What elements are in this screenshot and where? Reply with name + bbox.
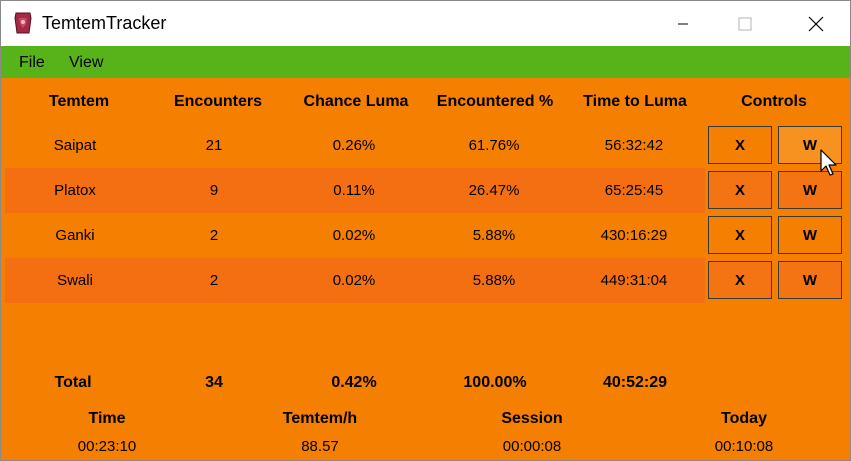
cell-encounters: 2 bbox=[209, 272, 219, 289]
cell-temtem-name: Platox bbox=[54, 182, 96, 199]
table-row: Ganki 2 0.02% 5.88% 430:16:29 bbox=[5, 213, 705, 258]
remove-button[interactable]: X bbox=[708, 216, 772, 254]
table-row: Platox 9 0.11% 26.47% 65:25:45 bbox=[5, 168, 705, 213]
close-icon bbox=[808, 16, 824, 31]
total-encounters: 34 bbox=[205, 374, 223, 391]
cell-encounters: 9 bbox=[209, 182, 219, 199]
minimize-icon bbox=[678, 23, 688, 24]
header-encounters: Encounters bbox=[173, 93, 262, 110]
cell-chance-luma: 0.02% bbox=[332, 272, 376, 289]
cell-encounters: 21 bbox=[205, 137, 223, 154]
menu-file[interactable]: File bbox=[19, 54, 45, 72]
header-controls: Controls bbox=[741, 93, 807, 110]
window-button[interactable]: W bbox=[778, 216, 842, 254]
stat-today-label: Today bbox=[721, 410, 767, 427]
cell-time-to-luma: 430:16:29 bbox=[600, 227, 668, 244]
header-time-to-luma: Time to Luma bbox=[583, 93, 687, 110]
remove-button[interactable]: X bbox=[708, 261, 772, 299]
total-chance-luma: 0.42% bbox=[331, 374, 377, 391]
maximize-button[interactable] bbox=[722, 1, 768, 46]
cell-chance-luma: 0.26% bbox=[332, 137, 376, 154]
minimize-button[interactable] bbox=[660, 1, 706, 46]
cell-encounters: 2 bbox=[209, 227, 219, 244]
cell-time-to-luma: 56:32:42 bbox=[604, 137, 664, 154]
app-window: TemtemTracker File View Temtem Encounter… bbox=[0, 0, 851, 461]
title-bar[interactable]: TemtemTracker bbox=[1, 1, 850, 46]
cell-chance-luma: 0.11% bbox=[333, 182, 375, 199]
total-label: Total bbox=[54, 374, 92, 391]
table-row: Saipat 21 0.26% 61.76% 56:32:42 bbox=[5, 123, 705, 168]
cell-temtem-name: Swali bbox=[57, 272, 93, 289]
cell-encountered-pct: 5.88% bbox=[472, 272, 516, 289]
cell-encountered-pct: 61.76% bbox=[468, 137, 520, 154]
temtem-app-icon bbox=[14, 12, 32, 34]
window-button[interactable]: W bbox=[778, 261, 842, 299]
stat-time-label: Time bbox=[88, 410, 126, 427]
cell-temtem-name: Saipat bbox=[53, 137, 97, 154]
header-temtem: Temtem bbox=[48, 93, 110, 110]
mouse-cursor-icon bbox=[820, 149, 837, 176]
remove-button[interactable]: X bbox=[708, 126, 772, 164]
header-chance-luma: Chance Luma bbox=[303, 93, 409, 110]
total-encountered-pct: 100.00% bbox=[463, 374, 527, 391]
cell-encountered-pct: 26.47% bbox=[468, 182, 520, 199]
cell-temtem-name: Ganki bbox=[55, 227, 95, 244]
menu-view[interactable]: View bbox=[69, 54, 103, 72]
window-title: TemtemTracker bbox=[42, 13, 167, 33]
stat-temtem-per-hour-label: Temtem/h bbox=[282, 410, 358, 427]
table-row: Swali 2 0.02% 5.88% 449:31:04 bbox=[5, 258, 705, 303]
remove-button[interactable]: X bbox=[708, 171, 772, 209]
maximize-icon bbox=[738, 17, 752, 30]
cell-time-to-luma: 449:31:04 bbox=[600, 272, 668, 289]
header-encountered-pct: Encountered % bbox=[436, 93, 554, 110]
stat-time-value: 00:23:10 bbox=[77, 438, 137, 455]
stat-session-value: 00:00:08 bbox=[502, 438, 562, 455]
cell-chance-luma: 0.02% bbox=[332, 227, 376, 244]
stat-temtem-per-hour-value: 88.57 bbox=[301, 438, 339, 455]
stat-today-value: 00:10:08 bbox=[714, 438, 774, 455]
stat-session-label: Session bbox=[501, 410, 563, 427]
cell-time-to-luma: 65:25:45 bbox=[604, 182, 664, 199]
close-button[interactable] bbox=[793, 1, 839, 46]
total-time-to-luma: 40:52:29 bbox=[602, 374, 668, 391]
menu-bar: File View bbox=[1, 46, 850, 78]
cell-encountered-pct: 5.88% bbox=[472, 227, 516, 244]
